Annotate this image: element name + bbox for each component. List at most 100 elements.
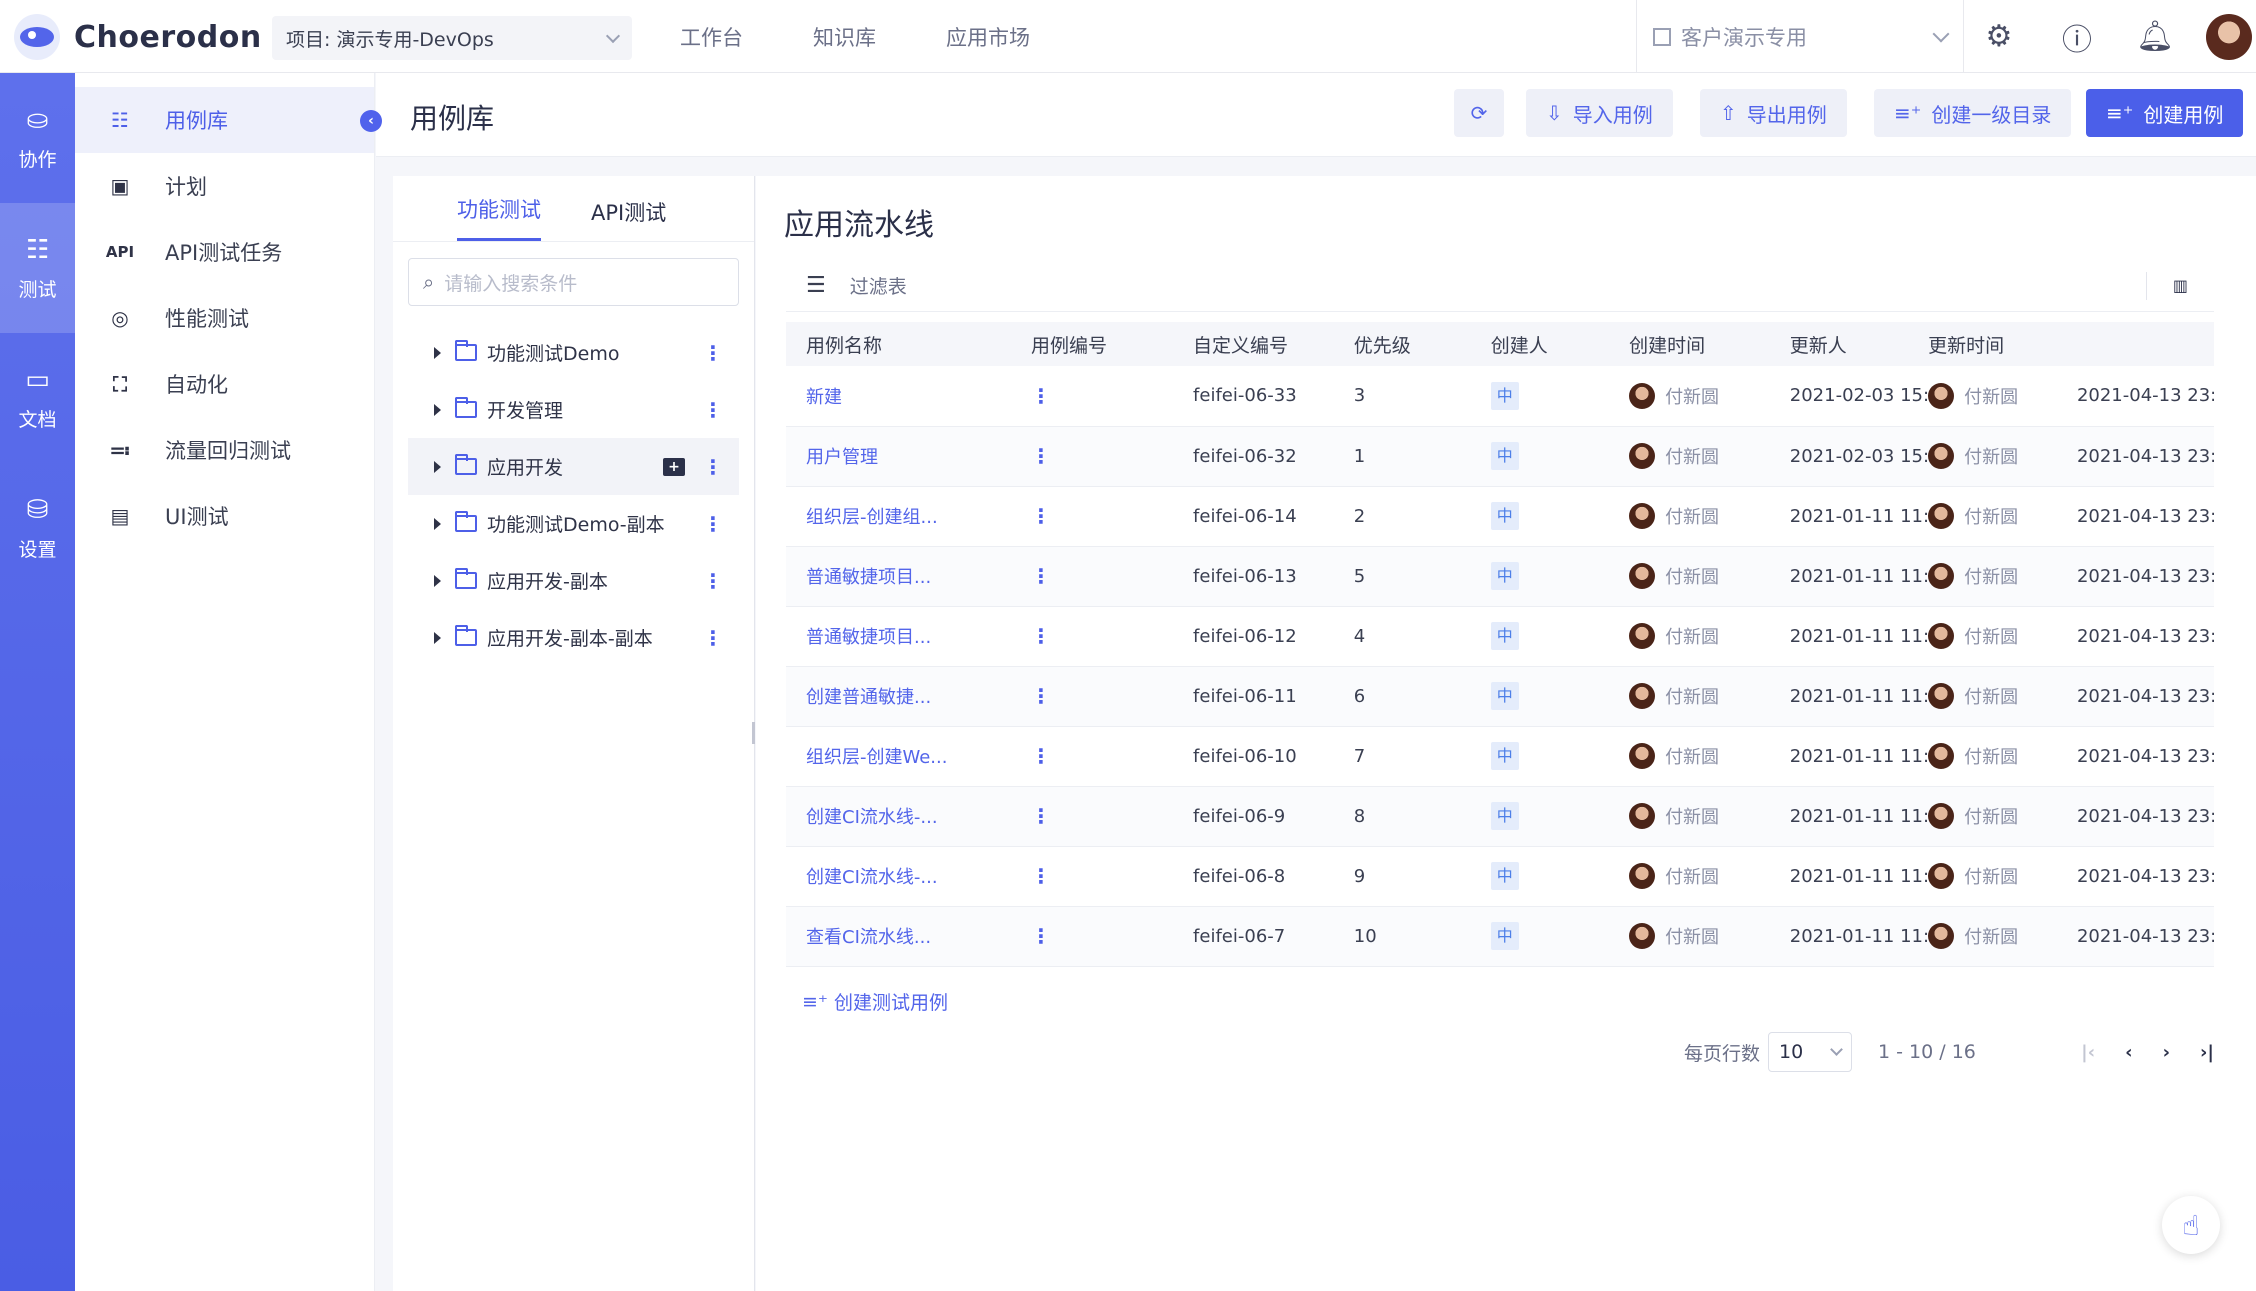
case-name-link[interactable]: 组织层-创建We... xyxy=(806,747,947,768)
import-button[interactable]: ⇩ 导入用例 xyxy=(1526,89,1673,137)
page-size-select[interactable]: 10 xyxy=(1768,1032,1853,1072)
last-page-icon[interactable]: ›| xyxy=(2200,1042,2214,1063)
org-select[interactable]: 客户演示专用 xyxy=(1636,0,1964,73)
more-vertical-icon[interactable]: ⋮ xyxy=(703,626,723,650)
caret-right-icon[interactable] xyxy=(434,631,441,644)
more-vertical-icon[interactable]: ⋮ xyxy=(1031,684,1051,708)
col-header[interactable]: 优先级 xyxy=(1353,322,1491,366)
rail-item-test[interactable]: ☷ 测试 xyxy=(0,203,75,333)
caret-right-icon[interactable] xyxy=(434,517,441,530)
more-vertical-icon[interactable]: ⋮ xyxy=(1031,504,1051,528)
filter-icon[interactable]: ☰ xyxy=(806,273,826,298)
tree-node-selected[interactable]: 应用开发 + ⋮ xyxy=(408,438,739,495)
tree-node[interactable]: 功能测试Demo-副本 ⋮ xyxy=(408,495,739,552)
more-vertical-icon[interactable]: ⋮ xyxy=(1031,384,1051,408)
rail-item-cooperation[interactable]: ⛀ 协作 xyxy=(0,73,75,203)
side-item-api-test[interactable]: API API测试任务 xyxy=(75,219,374,285)
table-row[interactable]: 用户管理 ⋮ feifei-06-321中 付新圆 2021-02-03 15:... 付… xyxy=(786,426,2214,487)
export-button[interactable]: ⇧ 导出用例 xyxy=(1700,89,1847,137)
tab-api-test[interactable]: API测试 xyxy=(591,197,666,241)
project-select[interactable]: 项目: 演示专用-DevOps xyxy=(272,16,632,60)
col-header[interactable]: 更新人 xyxy=(1789,322,1929,366)
tree-node[interactable]: 应用开发-副本 ⋮ xyxy=(408,552,739,609)
caret-right-icon[interactable] xyxy=(434,460,441,473)
caret-right-icon[interactable] xyxy=(434,574,441,587)
create-test-case-link[interactable]: ≡⁺ 创建测试用例 xyxy=(802,988,948,1015)
add-folder-icon[interactable]: + xyxy=(663,457,685,476)
more-vertical-icon[interactable]: ⋮ xyxy=(703,455,723,479)
next-page-icon[interactable]: › xyxy=(2163,1042,2170,1063)
collapse-sidebar-button[interactable]: ‹ xyxy=(360,110,382,132)
table-row[interactable]: 组织层-创建We... ⋮ feifei-06-10 7 中 付新圆 2021-01-11 … xyxy=(786,726,2214,787)
custom-code: 7 xyxy=(1353,726,1491,787)
table-row[interactable]: 创建CI流水线-... ⋮ feifei-06-9 8 中 付新圆 2021-01-11 1… xyxy=(786,786,2214,847)
create-dir-button[interactable]: ≡⁺ 创建一级目录 xyxy=(1874,89,2072,137)
panel-splitter-handle[interactable] xyxy=(752,722,755,744)
table-row[interactable]: 普通敏捷项目... ⋮ feifei-06-13 5 中 付新圆 2021-01-11 11… xyxy=(786,546,2214,607)
more-vertical-icon[interactable]: ⋮ xyxy=(1031,444,1051,468)
col-header[interactable]: 用例编号 xyxy=(1031,322,1194,366)
tree-search-input[interactable]: ⌕ 请输入搜索条件 xyxy=(408,258,739,306)
tree-node[interactable]: 功能测试Demo ⋮ xyxy=(408,324,739,381)
bell-icon[interactable]: 🔔︎ xyxy=(2116,0,2194,73)
col-header[interactable]: 创建人 xyxy=(1490,322,1630,366)
table-row[interactable]: 创建普通敏捷... ⋮ feifei-06-11 6 中 付新圆 2021-01-11 11… xyxy=(786,666,2214,727)
case-name-link[interactable]: 普通敏捷项目... xyxy=(806,567,931,588)
case-name-link[interactable]: 查看CI流水线... xyxy=(806,927,931,948)
gear-icon[interactable]: ⚙ xyxy=(1960,0,2038,73)
touch-assist-icon[interactable]: ☝ xyxy=(2162,1196,2220,1254)
col-header[interactable]: 自定义编号 xyxy=(1193,322,1354,366)
user-avatar[interactable] xyxy=(2206,13,2252,60)
rail-item-doc[interactable]: ▭ 文档 xyxy=(0,333,75,463)
rail-item-settings[interactable]: ⛁ 设置 xyxy=(0,463,75,593)
help-icon[interactable]: ⓘ xyxy=(2038,0,2116,73)
side-item-traffic-regression[interactable]: ≕ 流量回归测试 xyxy=(75,417,374,483)
more-vertical-icon[interactable]: ⋮ xyxy=(1031,804,1051,828)
column-settings-icon[interactable]: ▥ xyxy=(2145,271,2188,300)
refresh-button[interactable]: ⟳ xyxy=(1454,89,1504,137)
side-item-ui-test[interactable]: ▤ UI测试 xyxy=(75,483,374,549)
nav-knowledge[interactable]: 知识库 xyxy=(813,22,876,52)
more-vertical-icon[interactable]: ⋮ xyxy=(1031,864,1051,888)
side-item-case-library[interactable]: ☷ 用例库 xyxy=(75,87,374,153)
col-header[interactable]: 创建时间 xyxy=(1629,322,1790,366)
nav-market[interactable]: 应用市场 xyxy=(946,22,1030,52)
more-vertical-icon[interactable]: ⋮ xyxy=(1031,744,1051,768)
first-page-icon[interactable]: |‹ xyxy=(2081,1042,2095,1063)
more-vertical-icon[interactable]: ⋮ xyxy=(703,398,723,422)
table-row[interactable]: 新建 ⋮ feifei-06-333中 付新圆 2021-02-03 15:... 付新圆… xyxy=(786,366,2214,427)
nav-workbench[interactable]: 工作台 xyxy=(680,22,743,52)
table-row[interactable]: 组织层-创建组... ⋮ feifei-06-14 2 中 付新圆 2021-01-11 1… xyxy=(786,486,2214,547)
more-vertical-icon[interactable]: ⋮ xyxy=(1031,924,1051,948)
case-name-link[interactable]: 创建CI流水线-... xyxy=(806,867,938,888)
col-header[interactable]: 更新时间 xyxy=(1928,322,2077,366)
tree-node[interactable]: 开发管理 ⋮ xyxy=(408,381,739,438)
side-item-automation[interactable]: ⛶ 自动化 xyxy=(75,351,374,417)
case-name-link[interactable]: 组织层-创建组... xyxy=(806,507,938,528)
tree-node[interactable]: 应用开发-副本-副本 ⋮ xyxy=(408,609,739,666)
more-vertical-icon[interactable]: ⋮ xyxy=(703,512,723,536)
col-header[interactable]: 用例名称 xyxy=(786,322,1032,366)
table-row[interactable]: 创建CI流水线-... ⋮ feifei-06-8 9 中 付新圆 2021-01-11 1… xyxy=(786,846,2214,907)
more-vertical-icon[interactable]: ⋮ xyxy=(1031,624,1051,648)
table-row[interactable]: 普通敏捷项目... ⋮ feifei-06-12 4 中 付新圆 2021-01-11 11… xyxy=(786,606,2214,667)
tab-functional-test[interactable]: 功能测试 xyxy=(457,194,541,241)
more-vertical-icon[interactable]: ⋮ xyxy=(703,341,723,365)
table-row[interactable]: 查看CI流水线... ⋮ feifei-06-7 10 中 付新圆 2021-01-11 1… xyxy=(786,906,2214,967)
prev-page-icon[interactable]: ‹ xyxy=(2125,1042,2132,1063)
case-name-link[interactable]: 用户管理 xyxy=(806,447,878,468)
filter-input[interactable]: 过滤表 xyxy=(850,272,907,299)
case-name-link[interactable]: 创建普通敏捷... xyxy=(806,687,931,708)
chevron-down-icon xyxy=(1932,25,1950,42)
case-name-link[interactable]: 普通敏捷项目... xyxy=(806,627,931,648)
case-name-link[interactable]: 创建CI流水线-... xyxy=(806,807,938,828)
more-vertical-icon[interactable]: ⋮ xyxy=(703,569,723,593)
more-vertical-icon[interactable]: ⋮ xyxy=(1031,564,1051,588)
case-name-link[interactable]: 新建 xyxy=(806,387,842,408)
caret-right-icon[interactable] xyxy=(434,403,441,416)
side-item-performance[interactable]: ◎ 性能测试 xyxy=(75,285,374,351)
side-item-plan[interactable]: ▣ 计划 xyxy=(75,153,374,219)
caret-right-icon[interactable] xyxy=(434,346,441,359)
logo[interactable]: Choerodon xyxy=(14,14,262,60)
create-case-button[interactable]: ≡⁺ 创建用例 xyxy=(2086,89,2244,137)
